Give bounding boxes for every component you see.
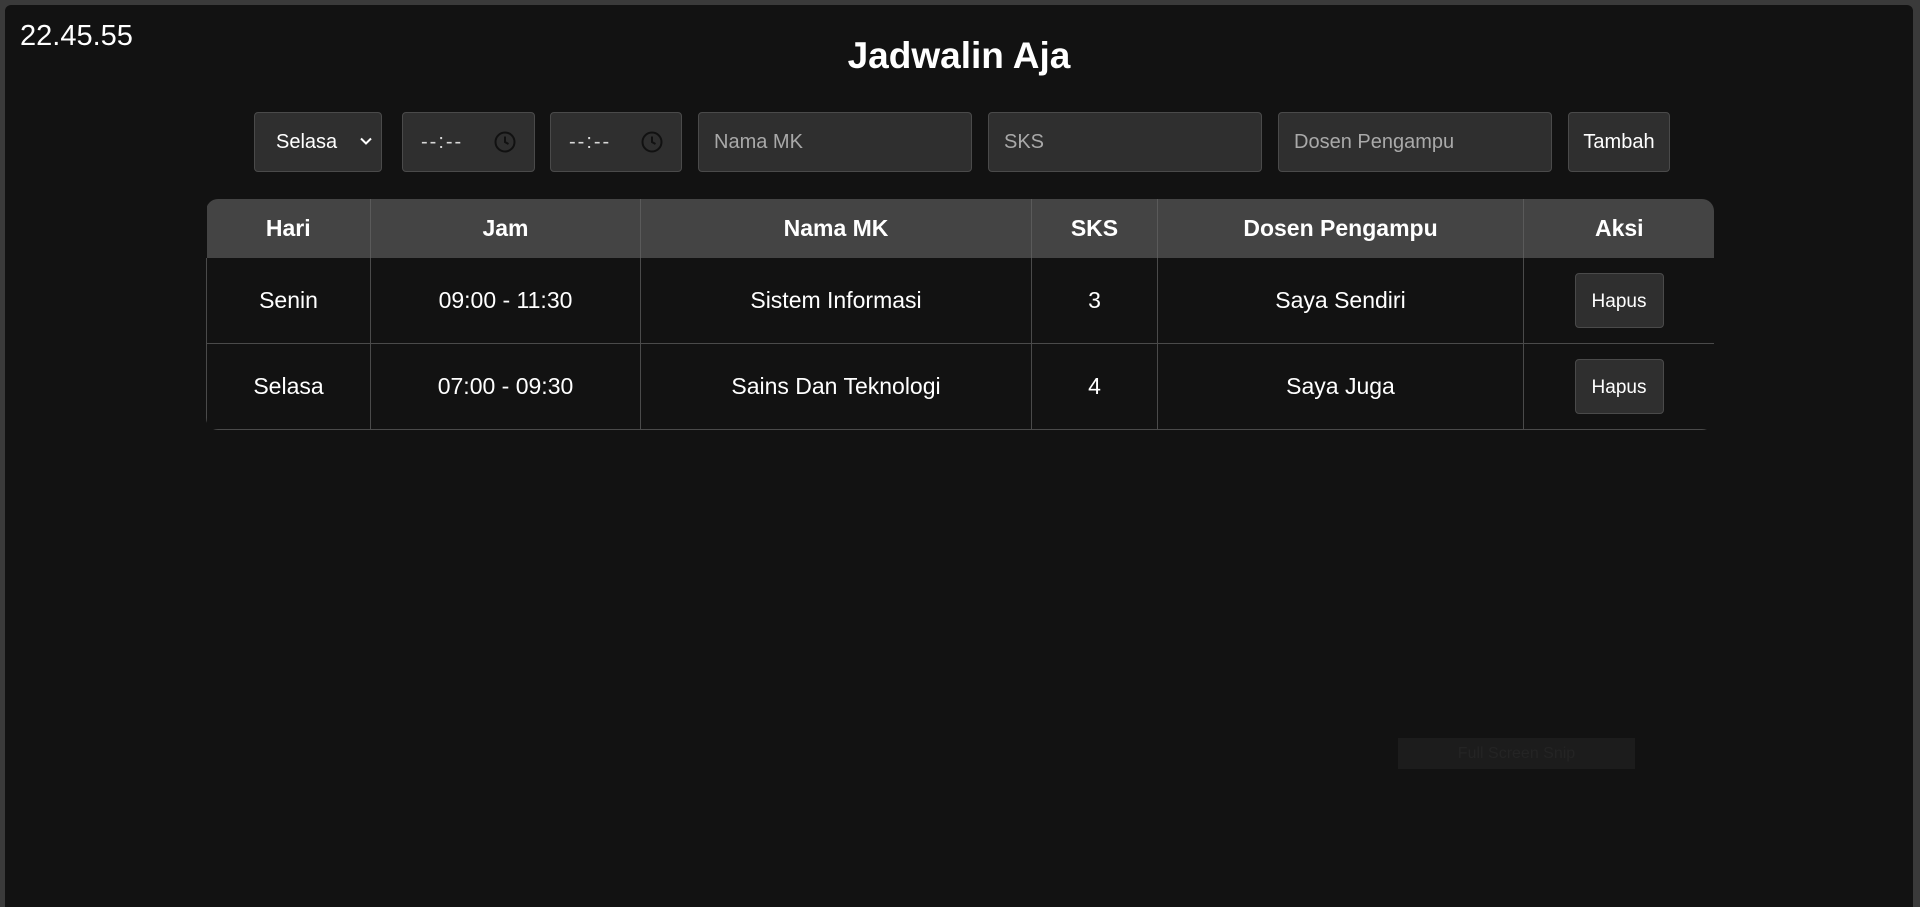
cell-aksi: Hapus <box>1523 343 1714 430</box>
chevron-down-icon <box>360 137 372 145</box>
column-header-dosen: Dosen Pengampu <box>1157 199 1524 258</box>
start-time-input[interactable]: --:-- <box>402 112 535 172</box>
sks-placeholder: SKS <box>1004 130 1045 153</box>
dosen-placeholder: Dosen Pengampu <box>1294 130 1455 153</box>
cell-dosen: Saya Juga <box>1157 343 1524 430</box>
schedule-table: Hari Jam Nama MK SKS Dosen Pengampu Aksi… <box>206 199 1714 430</box>
cell-nama-mk: Sistem Informasi <box>640 258 1032 344</box>
app-window: 22.45.55 Jadwalin Aja Selasa --:-- --:--… <box>5 5 1913 907</box>
cell-aksi: Hapus <box>1523 258 1714 344</box>
end-time-input[interactable]: --:-- <box>550 112 682 172</box>
column-header-aksi: Aksi <box>1523 199 1714 258</box>
cell-jam: 09:00 - 11:30 <box>370 258 641 344</box>
cell-hari: Selasa <box>206 343 371 430</box>
cell-sks: 4 <box>1031 343 1158 430</box>
table-row: Senin 09:00 - 11:30 Sistem Informasi 3 S… <box>206 258 1714 344</box>
clock-icon[interactable] <box>493 130 517 154</box>
dosen-input[interactable]: Dosen Pengampu <box>1278 112 1552 172</box>
cell-sks: 3 <box>1031 258 1158 344</box>
cell-dosen: Saya Sendiri <box>1157 258 1524 344</box>
table-row: Selasa 07:00 - 09:30 Sains Dan Teknologi… <box>206 343 1714 430</box>
day-select-value: Selasa <box>276 130 338 153</box>
column-header-nama-mk: Nama MK <box>640 199 1032 258</box>
cell-hari: Senin <box>206 258 371 344</box>
cell-nama-mk: Sains Dan Teknologi <box>640 343 1032 430</box>
delete-button[interactable]: Hapus <box>1574 273 1664 328</box>
column-header-jam: Jam <box>370 199 641 258</box>
cell-jam: 07:00 - 09:30 <box>370 343 641 430</box>
table-header-row: Hari Jam Nama MK SKS Dosen Pengampu Aksi <box>206 199 1714 258</box>
day-select[interactable]: Selasa <box>254 112 382 172</box>
page-title: Jadwalin Aja <box>847 35 1071 76</box>
add-button[interactable]: Tambah <box>1568 112 1670 172</box>
column-header-hari: Hari <box>206 199 371 258</box>
nama-mk-placeholder: Nama MK <box>714 130 803 153</box>
sks-input[interactable]: SKS <box>988 112 1262 172</box>
faded-overlay-label: Full Screen Snip <box>1398 738 1635 769</box>
nama-mk-input[interactable]: Nama MK <box>698 112 972 172</box>
end-time-value: --:-- <box>569 130 612 153</box>
start-time-value: --:-- <box>421 130 464 153</box>
clock-icon[interactable] <box>640 130 664 154</box>
delete-button[interactable]: Hapus <box>1574 359 1664 414</box>
column-header-sks: SKS <box>1031 199 1158 258</box>
